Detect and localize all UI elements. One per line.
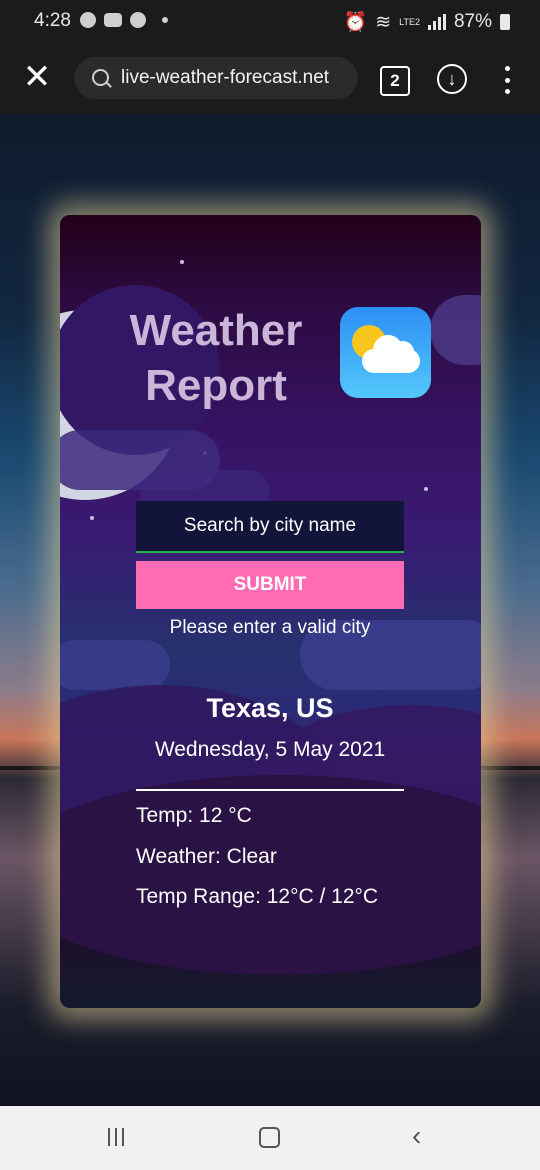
weather-condition-text: Weather: Clear [136,845,277,868]
validation-message: Please enter a valid city [169,617,371,638]
url-text: live-weather-forecast.net [121,67,330,88]
battery-percent: 87% [453,11,492,32]
title-line-1: Weather [129,306,303,355]
back-button[interactable]: ‹ [412,1122,421,1150]
search-icon [92,69,109,86]
download-button[interactable]: ↓ [437,64,467,94]
temp-range-text: Temp Range: 12°C / 12°C [136,885,379,908]
home-button[interactable] [259,1127,280,1148]
title-line-2: Report [145,361,287,410]
star-decoration [90,516,94,520]
submit-button[interactable]: SUBMIT [136,561,404,609]
browser-toolbar: ✕ live-weather-forecast.net 2 ↓ [0,44,540,114]
battery-icon [500,14,510,30]
wifi-icon: ≋ [375,11,392,33]
location-heading: Texas, US [206,693,334,723]
status-bar: 4:28 ⏰ ≋ LTE2 87% [0,0,540,44]
weather-card: Weather Report Search by city name SUBMI… [60,215,481,1008]
chrome-notification-icon-2 [130,12,146,28]
more-notifications-dot-icon [162,17,168,23]
tab-switcher-button[interactable]: 2 [380,66,410,96]
date-text: Wednesday, 5 May 2021 [154,738,386,761]
address-bar[interactable]: live-weather-forecast.net [74,57,358,99]
close-tab-button[interactable]: ✕ [22,60,52,94]
signal-icon [427,14,446,30]
alarm-icon: ⏰ [343,12,368,33]
divider [136,789,404,791]
youtube-notification-icon [104,13,122,27]
cloud-decoration [60,640,170,690]
page-title: Weather Report [126,303,306,413]
weather-app-icon [340,307,431,398]
navigation-bar: ‹ [0,1106,540,1170]
star-decoration [180,260,184,264]
star-decoration [424,487,428,491]
browser-menu-button[interactable] [503,66,511,94]
network-label: LTE2 [399,16,420,27]
hill-decoration [60,775,481,975]
page-background: Weather Report Search by city name SUBMI… [0,114,540,1106]
city-search-input[interactable]: Search by city name [136,501,404,553]
recent-apps-button[interactable] [108,1128,124,1146]
status-time: 4:28 [34,10,71,31]
cloud-decoration [430,295,481,365]
chrome-notification-icon [80,12,96,28]
temperature-text: Temp: 12 °C [136,804,252,827]
